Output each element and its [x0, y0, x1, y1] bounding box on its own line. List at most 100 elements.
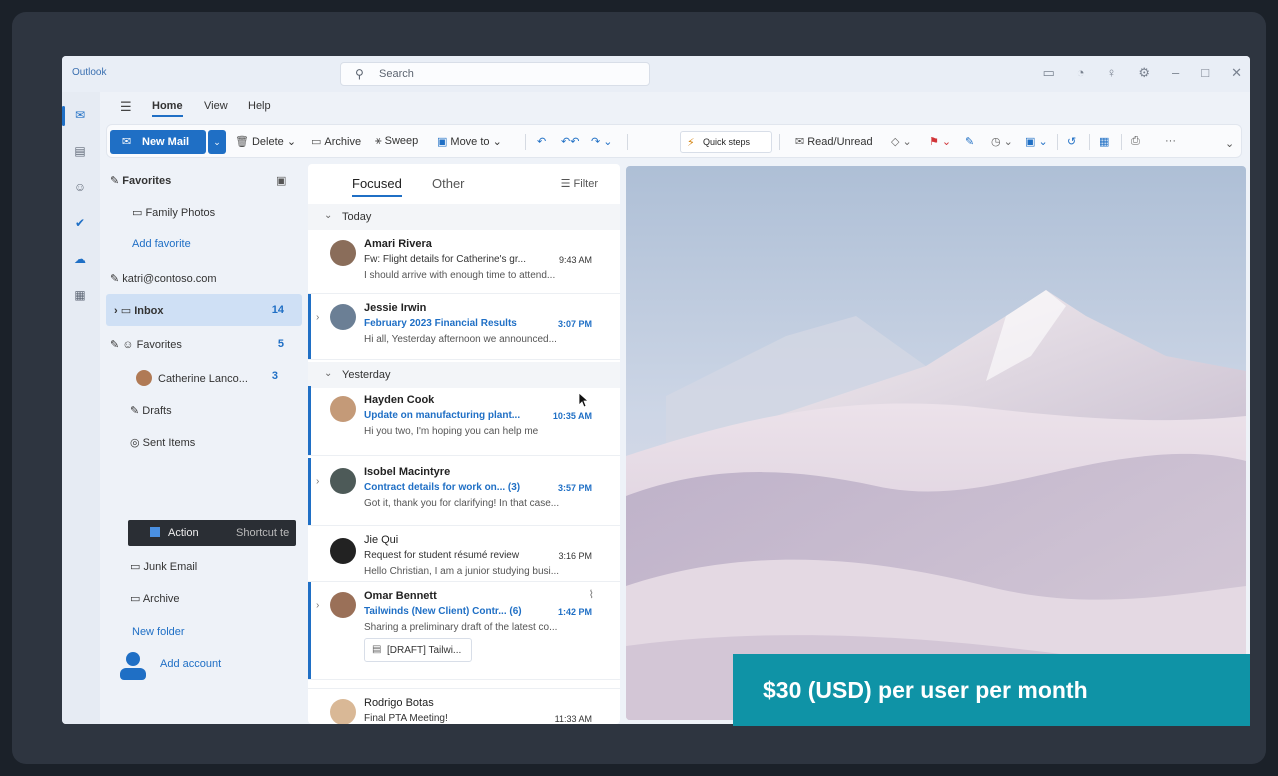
folder-family-photos[interactable]: ▭ Family Photos — [106, 196, 302, 228]
ribbon-divider — [1089, 134, 1090, 150]
people-icon[interactable]: ☺ — [71, 178, 89, 196]
new-mail-dropdown[interactable]: ⌄ — [208, 130, 226, 154]
folder-drafts[interactable]: ✎ Drafts — [106, 394, 302, 426]
envelope-open-icon: ✉ — [795, 136, 805, 148]
people-icon: ☺ — [122, 339, 137, 351]
move-to-button[interactable]: ▣ Move to ⌄ — [437, 135, 502, 148]
mouse-cursor-icon — [578, 392, 590, 408]
chevron-right-icon[interactable]: › — [316, 600, 319, 611]
onedrive-cloud-icon[interactable]: ☁ — [71, 250, 89, 268]
close-icon[interactable]: ✕ — [1231, 65, 1242, 81]
archive-button[interactable]: ▭ Archive — [311, 135, 361, 148]
folder-inbox[interactable]: › ▭ Inbox 14 — [106, 294, 302, 326]
reading-pane-background-image — [626, 166, 1246, 720]
command-ribbon: ✉ New Mail ⌄ 🗑 Delete ⌄ ▭ Archive ⚹ Sweep ▣… — [106, 124, 1242, 158]
folder-junk-email[interactable]: ▭ Junk Email — [106, 550, 302, 582]
filter-icon: ☰ — [560, 178, 574, 190]
app-rail: ✉ ▤ ☺ ✔ ☁ ▦ — [62, 92, 100, 724]
message-row[interactable]: Amari Rivera Fw: Flight details for Cath… — [308, 230, 620, 294]
hamburger-menu-icon[interactable]: ☰ — [120, 99, 132, 115]
rail-selection-indicator — [62, 106, 65, 126]
mail-icon[interactable]: ✉ — [71, 106, 89, 124]
tab-home[interactable]: Home — [152, 100, 183, 117]
delete-button[interactable]: 🗑 Delete ⌄ — [235, 135, 296, 148]
broom-icon: ⚹ — [375, 135, 382, 147]
new-folder-link[interactable]: New folder — [106, 616, 302, 648]
search-input[interactable]: Search — [379, 68, 414, 80]
tag-icon[interactable]: ◇ ⌄ — [891, 135, 912, 148]
chevron-down-icon: ⌄ — [324, 368, 333, 379]
todo-check-icon[interactable]: ✔ — [71, 214, 89, 232]
message-row[interactable]: › Jessie Irwin February 2023 Financial R… — [308, 294, 620, 360]
reply-all-icon[interactable]: ↶↶ — [561, 135, 579, 148]
pencil-icon: ✎ — [110, 175, 123, 187]
lightbulb-icon[interactable]: ♀ — [1107, 65, 1117, 81]
message-row[interactable]: › Isobel Macintyre Contract details for … — [308, 458, 620, 526]
message-row[interactable]: Jie Qui Request for student résumé revie… — [308, 526, 620, 582]
message-row[interactable]: Rodrigo Botas Final PTA Meeting! 11:33 A… — [308, 688, 620, 724]
chevron-down-icon: ⌄ — [324, 210, 333, 221]
chevron-right-icon[interactable]: › — [316, 312, 319, 323]
add-favorite-link[interactable]: Add favorite — [106, 228, 302, 260]
tab-help[interactable]: Help — [248, 100, 271, 112]
message-list: Focused Other ☰ Filter ⌄ Today Amari Riv… — [308, 164, 620, 724]
account-header[interactable]: ✎ katri@contoso.com — [106, 262, 302, 294]
ribbon-divider — [1121, 134, 1122, 150]
archive-icon: ▭ — [130, 593, 143, 605]
calendar-icon[interactable]: ▤ — [71, 142, 89, 160]
ribbon-divider — [779, 134, 780, 150]
attachment-chip[interactable]: ▤ [DRAFT] Tailwi... — [364, 638, 472, 662]
search-box[interactable]: ⚲ Search — [340, 62, 650, 86]
clock-icon[interactable]: ◷ ⌄ — [991, 135, 1013, 148]
message-row[interactable]: Hayden Cook Update on manufacturing plan… — [308, 386, 620, 456]
tab-focused[interactable]: Focused — [352, 176, 402, 197]
chevron-right-icon[interactable]: › — [316, 476, 319, 487]
folder-catherine[interactable]: Catherine Lanco... 3 — [106, 360, 302, 392]
app-name: Outlook — [72, 67, 107, 78]
pin-icon[interactable]: ✎ — [965, 135, 974, 148]
collapse-pane-icon[interactable]: ▣ — [276, 174, 286, 187]
avatar — [330, 396, 356, 422]
inbox-icon: ▭ — [120, 305, 135, 317]
maximize-icon[interactable]: □ — [1201, 65, 1209, 81]
bell-icon[interactable]: ◔ — [1077, 65, 1085, 81]
notes-icon[interactable]: ▭ — [1042, 65, 1054, 81]
avatar — [330, 699, 356, 724]
favorites-header[interactable]: ✎ Favorites ▣ — [106, 164, 302, 196]
folder-archive[interactable]: ▭ Archive — [106, 582, 302, 614]
rules-icon[interactable]: ▣ ⌄ — [1025, 135, 1048, 148]
more-options-icon[interactable]: ··· — [1165, 135, 1176, 147]
filter-button[interactable]: ☰ Filter — [561, 177, 598, 190]
forward-icon[interactable]: ↷ ⌄ — [591, 135, 613, 148]
message-list-tabs: Focused Other ☰ Filter — [308, 164, 620, 204]
ribbon-expand-icon[interactable]: ⌄ — [1225, 137, 1234, 150]
tab-other[interactable]: Other — [432, 176, 465, 191]
folder-sent-items[interactable]: ◎ Sent Items — [106, 426, 302, 458]
reply-icon[interactable]: ↶ — [537, 135, 546, 148]
search-icon: ⚲ — [355, 67, 364, 81]
folder-pane: ✎ Favorites ▣ ▭ Family Photos Add favori… — [100, 164, 304, 724]
new-mail-button[interactable]: ✉ New Mail — [110, 130, 206, 154]
avatar — [330, 304, 356, 330]
add-account-link[interactable]: Add account — [106, 648, 302, 680]
tab-view[interactable]: View — [204, 100, 228, 112]
avatar — [136, 370, 152, 386]
minimize-icon[interactable]: – — [1172, 65, 1179, 81]
print-icon[interactable]: ⎙ — [1131, 135, 1140, 148]
message-row[interactable]: › Omar Bennett ⌇ Tailwinds (New Client) … — [308, 582, 620, 680]
group-header-today[interactable]: ⌄ Today — [308, 204, 620, 230]
price-banner: $30 (USD) per user per month — [733, 654, 1250, 726]
paperclip-icon: ⌇ — [588, 589, 594, 601]
sent-check-icon: ◎ — [130, 437, 143, 449]
folder-favorites-group[interactable]: ✎ ☺ Favorites 5 — [106, 328, 302, 360]
gear-icon[interactable]: ⚙ — [1138, 65, 1150, 81]
addins-icon[interactable]: ▦ — [1099, 135, 1109, 148]
undo-icon[interactable]: ↺ — [1067, 135, 1076, 148]
quick-steps-button[interactable]: ⚡ Quick steps — [680, 131, 772, 153]
avatar — [330, 240, 356, 266]
read-unread-button[interactable]: ✉ Read/Unread — [795, 135, 873, 148]
apps-grid-icon[interactable]: ▦ — [71, 286, 89, 304]
flag-icon[interactable]: ⚑ ⌄ — [929, 135, 951, 148]
group-header-yesterday[interactable]: ⌄ Yesterday — [308, 362, 620, 388]
sweep-button[interactable]: ⚹ Sweep — [375, 135, 418, 148]
